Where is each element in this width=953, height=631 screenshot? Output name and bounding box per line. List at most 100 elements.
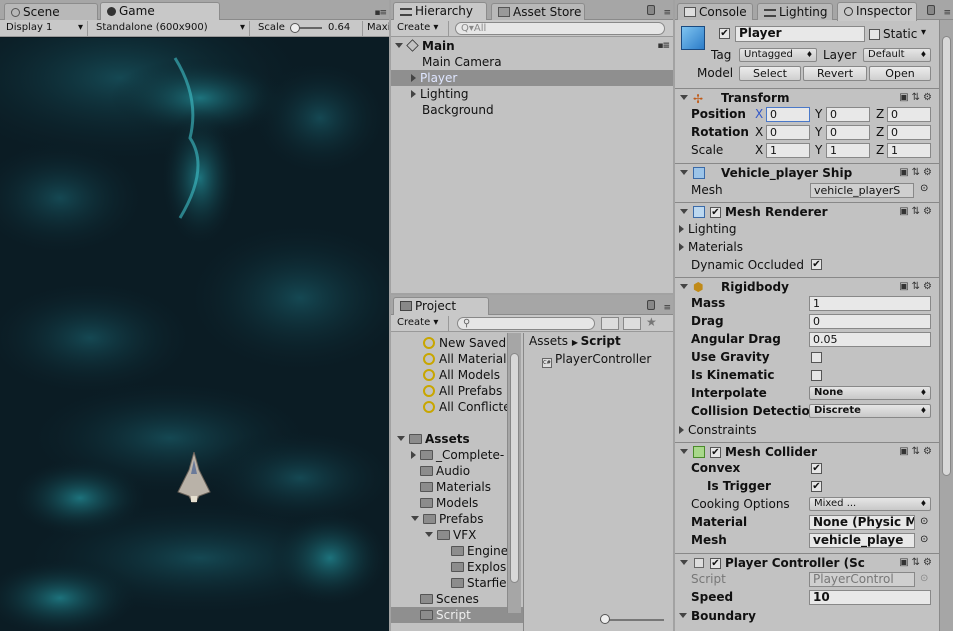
scene-row[interactable]: Main ▪≡ (391, 38, 673, 54)
lock-icon[interactable] (647, 300, 655, 310)
create-dropdown[interactable]: Create ▾ (393, 316, 449, 331)
scale-z-label[interactable]: Z (876, 143, 884, 157)
tab-project[interactable]: Project (393, 297, 489, 316)
panel-menu-icon[interactable]: ≡ (663, 303, 670, 313)
maximize-toggle[interactable]: Maxi (362, 21, 389, 36)
interpolate-dropdown[interactable]: None (809, 386, 931, 400)
static-checkbox[interactable] (869, 29, 880, 40)
display-dropdown[interactable]: Display 1 ▾ (2, 21, 88, 36)
rotation-y-field[interactable]: 0 (826, 125, 870, 140)
position-y-field[interactable]: 0 (826, 107, 870, 122)
project-search-input[interactable]: ⚲ (457, 317, 595, 330)
scale-x-field[interactable]: 1 (766, 143, 810, 158)
lock-icon[interactable] (647, 5, 655, 15)
object-picker-icon[interactable]: ⊙ (920, 183, 928, 194)
position-x-field[interactable]: 0 (766, 107, 810, 122)
tab-asset-store[interactable]: Asset Store (491, 3, 585, 20)
scrollbar-thumb[interactable] (510, 353, 519, 583)
boundary-foldout[interactable]: Boundary (675, 608, 939, 624)
hierarchy-item-background[interactable]: Background (391, 102, 673, 118)
tab-game[interactable]: Game (100, 2, 220, 21)
favorite-all-models[interactable]: All Models (391, 367, 523, 383)
favorite-star-icon[interactable]: ★ (646, 315, 657, 329)
revert-button[interactable]: Revert (803, 66, 867, 81)
object-picker-icon[interactable]: ⊙ (920, 534, 928, 545)
active-checkbox[interactable] (719, 28, 730, 39)
is-trigger-checkbox[interactable] (811, 481, 822, 492)
breadcrumb-script[interactable]: Script (581, 334, 621, 348)
hierarchy-item-main-camera[interactable]: Main Camera (391, 54, 673, 70)
scrollbar-thumb[interactable] (942, 36, 951, 476)
folder-audio[interactable]: Audio (391, 463, 523, 479)
file-player-controller[interactable]: C# PlayerController (524, 351, 673, 368)
mesh-collider-component[interactable]: Mesh Collider ▣⇅⚙ (675, 442, 939, 462)
mesh-filter-mesh-field[interactable]: vehicle_playerS (810, 183, 914, 198)
position-z-label[interactable]: Z (876, 107, 884, 121)
mesh-renderer-lighting-foldout[interactable]: Lighting (675, 221, 939, 237)
project-tree-scrollbar[interactable] (507, 333, 521, 613)
component-settings-icons[interactable]: ▣⇅⚙ (899, 446, 935, 457)
mesh-filter-component[interactable]: Vehicle_player Ship ( ▣⇅⚙ (675, 163, 939, 183)
rotation-z-field[interactable]: 0 (887, 125, 931, 140)
lock-icon[interactable] (927, 5, 935, 15)
mesh-collider-mesh-field[interactable]: vehicle_playe (809, 533, 915, 548)
drag-field[interactable]: 0 (809, 314, 931, 329)
filter-label-icon[interactable] (623, 317, 641, 330)
is-kinematic-checkbox[interactable] (811, 370, 822, 381)
panel-menu-icon[interactable]: ≡ (663, 8, 670, 18)
material-field[interactable]: None (Physic M (809, 515, 915, 530)
tab-console[interactable]: Console (677, 3, 753, 20)
hierarchy-item-player[interactable]: Player (391, 70, 673, 86)
select-button[interactable]: Select (739, 66, 801, 81)
folder-prefabs[interactable]: Prefabs (391, 511, 523, 527)
static-dropdown-icon[interactable]: ▾ (921, 27, 926, 38)
hierarchy-item-lighting[interactable]: Lighting (391, 86, 673, 102)
transform-component[interactable]: ✢ Transform ▣⇅⚙ (675, 88, 939, 108)
component-settings-icons[interactable]: ▣⇅⚙ (899, 557, 935, 568)
position-y-label[interactable]: Y (815, 107, 822, 121)
component-settings-icons[interactable]: ▣⇅⚙ (899, 281, 935, 292)
assets-root[interactable]: Assets (391, 431, 523, 447)
breadcrumb-assets[interactable]: Assets (529, 334, 568, 348)
scene-menu-icon[interactable]: ▪≡ (657, 38, 670, 54)
tab-hierarchy[interactable]: Hierarchy (393, 2, 487, 21)
cooking-options-dropdown[interactable]: Mixed ... (809, 497, 931, 511)
folder-complete[interactable]: _Complete- (391, 447, 523, 463)
folder-engines[interactable]: Engines (391, 543, 523, 559)
tab-scene[interactable]: Scene (4, 3, 98, 20)
angular-drag-field[interactable]: 0.05 (809, 332, 931, 347)
constraints-foldout[interactable]: Constraints (675, 422, 939, 438)
mass-field[interactable]: 1 (809, 296, 931, 311)
zoom-slider-thumb[interactable] (600, 614, 610, 624)
favorite-new-saved[interactable]: New Saved (391, 335, 523, 351)
position-z-field[interactable]: 0 (887, 107, 931, 122)
component-settings-icons[interactable]: ▣⇅⚙ (899, 167, 935, 178)
tab-inspector[interactable]: Inspector (837, 2, 917, 21)
filter-type-icon[interactable] (601, 317, 619, 330)
folder-models[interactable]: Models (391, 495, 523, 511)
folder-materials[interactable]: Materials (391, 479, 523, 495)
inspector-scrollbar[interactable] (939, 20, 953, 631)
panel-menu-icon[interactable]: ▪≡ (374, 8, 387, 18)
folder-scenes[interactable]: Scenes (391, 591, 523, 607)
object-picker-icon[interactable]: ⊙ (920, 516, 928, 527)
mesh-renderer-component[interactable]: Mesh Renderer ▣⇅⚙ (675, 202, 939, 222)
tag-dropdown[interactable]: Untagged (739, 48, 817, 62)
object-name-field[interactable]: Player (735, 26, 865, 42)
hierarchy-search-input[interactable]: Q▾All (455, 22, 665, 35)
rigidbody-component[interactable]: ⬢ Rigidbody ▣⇅⚙ (675, 277, 939, 297)
folder-vfx[interactable]: VFX (391, 527, 523, 543)
resolution-dropdown[interactable]: Standalone (600x900) ▾ (92, 21, 250, 36)
dynamic-occluded-checkbox[interactable] (811, 259, 822, 270)
mesh-renderer-enabled-checkbox[interactable] (710, 207, 721, 218)
folder-explosions[interactable]: Explosio (391, 559, 523, 575)
collision-detection-dropdown[interactable]: Discrete (809, 404, 931, 418)
component-settings-icons[interactable]: ▣⇅⚙ (899, 92, 935, 103)
favorite-all-prefabs[interactable]: All Prefabs (391, 383, 523, 399)
scale-z-field[interactable]: 1 (887, 143, 931, 158)
scale-y-label[interactable]: Y (815, 143, 822, 157)
player-controller-enabled-checkbox[interactable] (710, 558, 721, 569)
scale-x-label[interactable]: X (755, 143, 763, 157)
folder-script[interactable]: Script (391, 607, 523, 623)
tab-lighting[interactable]: Lighting (757, 3, 833, 20)
